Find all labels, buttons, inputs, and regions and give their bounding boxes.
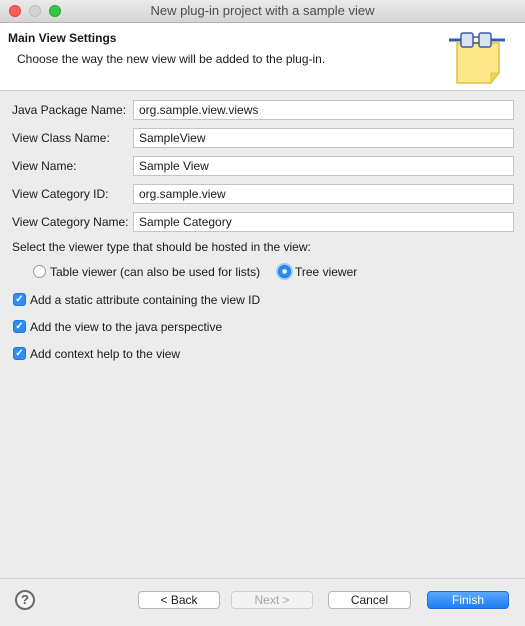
page-title: Main View Settings <box>8 31 117 45</box>
view-name-input[interactable] <box>133 156 514 176</box>
next-button[interactable]: Next > <box>231 591 313 609</box>
java-package-name-label: Java Package Name: <box>12 103 127 117</box>
finish-button[interactable]: Finish <box>427 591 509 609</box>
view-category-id-label: View Category ID: <box>12 187 109 201</box>
page-description: Choose the way the new view will be adde… <box>17 52 326 66</box>
java-perspective-checkbox[interactable]: ✓ <box>13 320 26 333</box>
view-category-name-label: View Category Name: <box>12 215 129 229</box>
table-viewer-label: Table viewer (can also be used for lists… <box>50 265 261 279</box>
tree-viewer-label: Tree viewer <box>295 265 358 279</box>
help-icon[interactable]: ? <box>15 590 35 610</box>
tree-viewer-radio[interactable] <box>278 265 291 278</box>
viewer-type-prompt: Select the viewer type that should be ho… <box>12 240 311 254</box>
context-help-label: Add context help to the view <box>30 347 181 361</box>
java-package-name-input[interactable] <box>133 100 514 120</box>
java-perspective-label: Add the view to the java perspective <box>30 320 223 334</box>
footer-divider <box>0 578 525 579</box>
static-attribute-checkbox[interactable]: ✓ <box>13 293 26 306</box>
cancel-button[interactable]: Cancel <box>328 591 411 609</box>
view-class-name-input[interactable] <box>133 128 514 148</box>
view-category-name-input[interactable] <box>133 212 514 232</box>
window-title: New plug-in project with a sample view <box>150 3 375 18</box>
view-class-name-label: View Class Name: <box>12 131 110 145</box>
title-bar: New plug-in project with a sample view <box>0 0 525 23</box>
table-viewer-radio[interactable] <box>33 265 46 278</box>
view-name-label: View Name: <box>12 159 77 173</box>
context-help-checkbox[interactable]: ✓ <box>13 347 26 360</box>
view-category-id-input[interactable] <box>133 184 514 204</box>
static-attribute-label: Add a static attribute containing the vi… <box>30 293 261 307</box>
wizard-header: Main View Settings Choose the way the ne… <box>0 23 525 91</box>
plugin-wizard-icon <box>449 32 505 85</box>
back-button[interactable]: < Back <box>138 591 220 609</box>
